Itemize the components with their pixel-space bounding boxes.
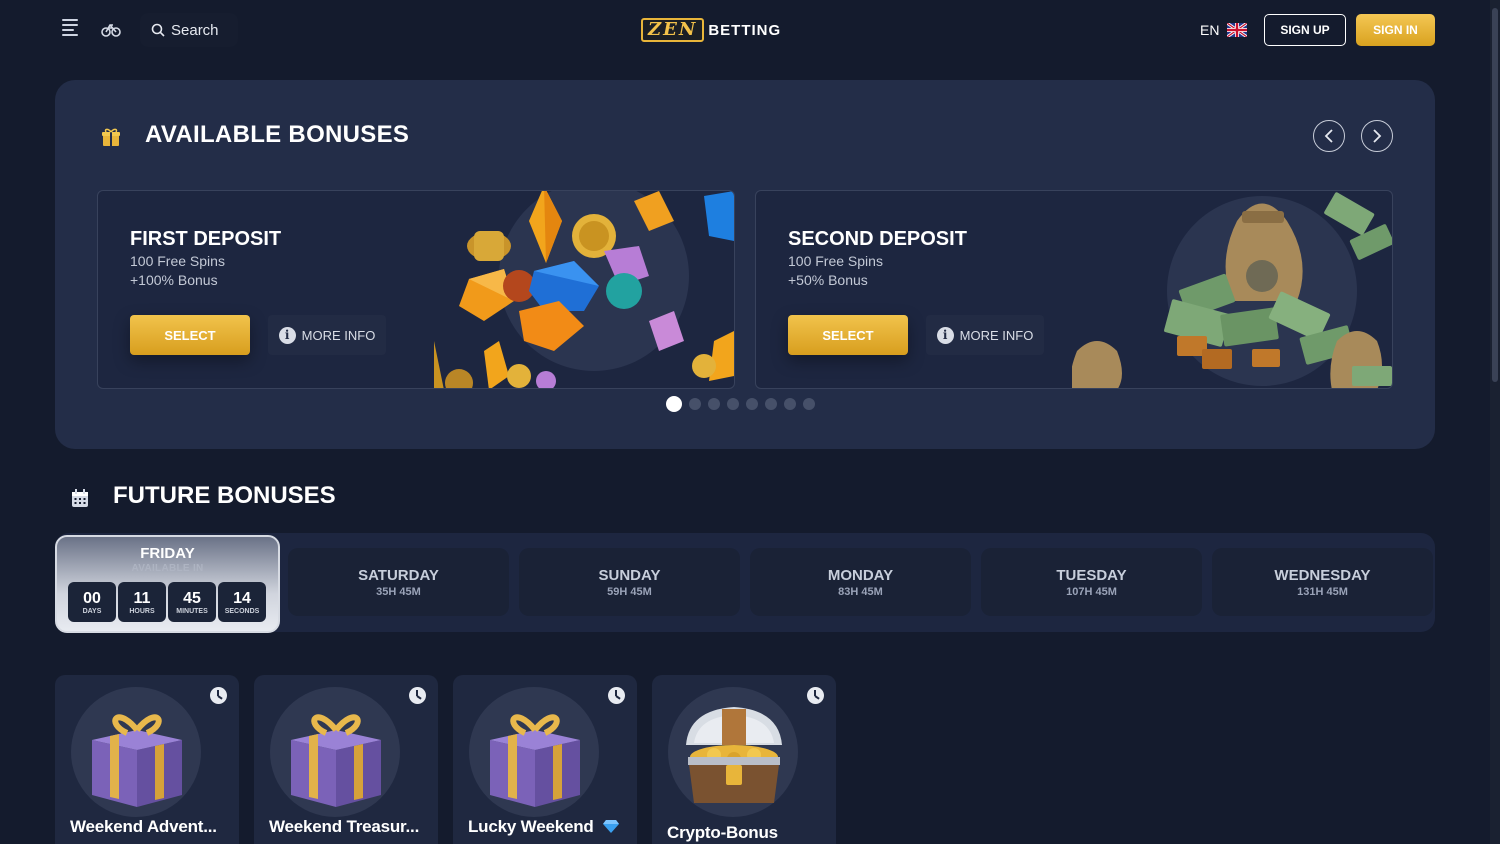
select-button[interactable]: SELECT [130, 315, 250, 355]
language-label: EN [1200, 22, 1220, 38]
uk-flag-icon [1227, 23, 1248, 37]
tab-monday[interactable]: MONDAY 83H 45M [750, 548, 971, 616]
available-in-label: AVAILABLE IN [131, 563, 204, 574]
tile-title: Weekend Treasur... [269, 817, 420, 836]
day-name: MONDAY [827, 566, 894, 584]
tab-sunday[interactable]: SUNDAY 59H 45M [519, 548, 740, 616]
bonus-card-first-deposit: FIRST DEPOSIT 100 Free Spins +100% Bonus… [97, 190, 735, 389]
day-name: SATURDAY [358, 566, 439, 584]
select-button[interactable]: SELECT [788, 315, 908, 355]
countdown-unit: HOURS [129, 607, 155, 615]
carousel-dot[interactable] [708, 398, 720, 410]
carousel-dot[interactable] [746, 398, 758, 410]
more-info-label: MORE INFO [301, 327, 376, 343]
calendar-icon [72, 489, 88, 507]
carousel-dot[interactable] [689, 398, 701, 410]
card-free-spins: 100 Free Spins [788, 253, 883, 269]
card-bonus-percent: +50% Bonus [788, 272, 868, 288]
carousel-dot[interactable] [765, 398, 777, 410]
gems-illustration [434, 191, 734, 388]
sign-in-button[interactable]: SIGN IN [1356, 14, 1435, 46]
gift-icon [102, 128, 120, 146]
day-name: FRIDAY [140, 545, 195, 562]
more-info-label: MORE INFO [959, 327, 1034, 343]
tile-title: Weekend Advent... [70, 817, 217, 836]
clock-icon [608, 687, 625, 704]
chevron-left-icon [1324, 129, 1333, 143]
info-icon: i [936, 326, 954, 344]
bonus-tile[interactable]: Crypto-Bonus [652, 675, 836, 844]
sign-up-button[interactable]: SIGN UP [1264, 14, 1346, 46]
scrollbar-thumb[interactable] [1492, 8, 1498, 382]
tile-title: Crypto-Bonus [667, 823, 778, 842]
search-button[interactable]: Search [140, 13, 238, 47]
tab-saturday[interactable]: SATURDAY 35H 45M [288, 548, 509, 616]
bonus-tile[interactable]: Lucky Weekend [453, 675, 637, 844]
countdown-seconds: 14 SECONDS [218, 582, 266, 622]
money-bags-illustration [1072, 192, 1392, 388]
countdown-days: 00 DAYS [68, 582, 116, 622]
chevron-right-icon [1373, 129, 1382, 143]
countdown-unit: DAYS [82, 607, 102, 615]
tab-friday[interactable]: FRIDAY AVAILABLE IN 00 DAYS 11 HOURS 45 … [55, 535, 280, 633]
info-icon: i [278, 326, 296, 344]
countdown-hours: 11 HOURS [118, 582, 166, 622]
bonus-tile[interactable]: Weekend Treasur... [254, 675, 438, 844]
tab-wednesday[interactable]: WEDNESDAY 131H 45M [1212, 548, 1433, 616]
diamond-icon [603, 820, 620, 833]
day-countdown: 35H 45M [376, 585, 421, 598]
top-header: Search ZEN BETTING EN SIGN UP SIGN IN [0, 0, 1500, 60]
day-name: SUNDAY [598, 566, 661, 584]
available-bonuses-title: AVAILABLE BONUSES [145, 121, 410, 148]
carousel-prev-button[interactable] [1313, 120, 1345, 152]
gift-box-icon [92, 714, 182, 807]
search-icon [151, 23, 165, 37]
carousel-dot[interactable] [784, 398, 796, 410]
logo-mark: ZEN [641, 18, 705, 42]
countdown-minutes: 45 MINUTES [168, 582, 216, 622]
carousel-next-button[interactable] [1361, 120, 1393, 152]
search-label: Search [171, 21, 219, 39]
countdown-value: 11 [133, 589, 151, 607]
countdown-value: 14 [233, 589, 251, 607]
bonus-card-second-deposit: SECOND DEPOSIT 100 Free Spins +50% Bonus… [755, 190, 1393, 389]
menu-icon[interactable] [62, 19, 82, 39]
carousel-dot[interactable] [666, 396, 682, 412]
card-bonus-percent: +100% Bonus [130, 272, 218, 288]
carousel-pagination [666, 396, 815, 412]
day-name: TUESDAY [1056, 566, 1127, 584]
day-name: WEDNESDAY [1274, 566, 1371, 584]
day-countdown: 83H 45M [838, 585, 883, 598]
bicycle-icon[interactable] [100, 18, 122, 40]
gift-box-icon [291, 714, 381, 807]
countdown-value: 45 [183, 589, 201, 607]
countdown-value: 00 [83, 589, 101, 607]
clock-icon [807, 687, 824, 704]
gift-box-icon [490, 714, 580, 807]
card-free-spins: 100 Free Spins [130, 253, 225, 269]
clock-icon [210, 687, 227, 704]
tile-title-wrap: Lucky Weekend [468, 817, 620, 837]
site-logo[interactable]: ZEN BETTING [641, 17, 781, 43]
card-title: SECOND DEPOSIT [788, 228, 967, 250]
tile-title: Lucky Weekend [468, 817, 594, 836]
more-info-button[interactable]: i MORE INFO [268, 315, 386, 355]
clock-icon [409, 687, 426, 704]
countdown-unit: MINUTES [176, 607, 208, 615]
day-countdown: 131H 45M [1297, 585, 1348, 598]
carousel-dot[interactable] [727, 398, 739, 410]
treasure-chest-icon [686, 707, 782, 803]
page-scrollbar[interactable] [1490, 0, 1500, 844]
language-selector[interactable]: EN [1192, 14, 1252, 46]
bonus-tile[interactable]: Weekend Advent... [55, 675, 239, 844]
more-info-button[interactable]: i MORE INFO [926, 315, 1044, 355]
countdown-unit: SECONDS [224, 607, 260, 615]
carousel-dot[interactable] [803, 398, 815, 410]
tab-tuesday[interactable]: TUESDAY 107H 45M [981, 548, 1202, 616]
day-countdown: 59H 45M [607, 585, 652, 598]
day-countdown: 107H 45M [1066, 585, 1117, 598]
future-bonuses-title: FUTURE BONUSES [113, 482, 336, 509]
logo-text: BETTING [708, 21, 782, 39]
card-title: FIRST DEPOSIT [130, 228, 282, 250]
